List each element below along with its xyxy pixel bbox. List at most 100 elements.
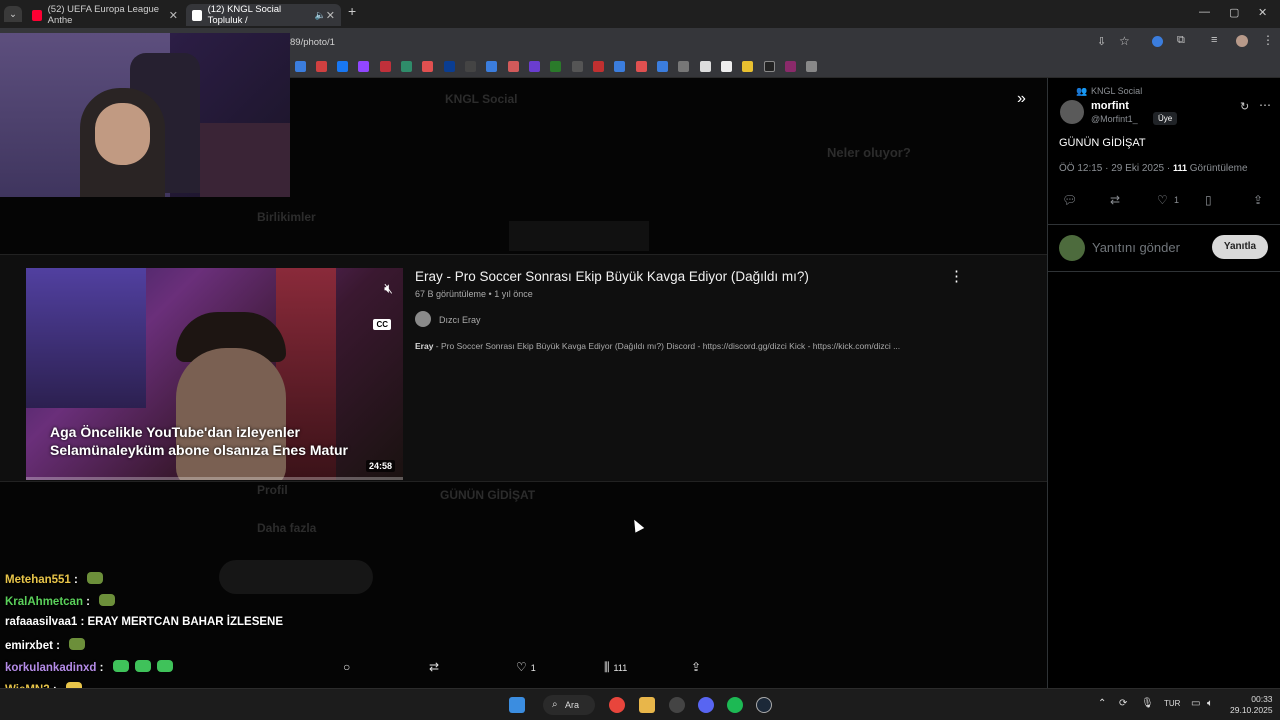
steam-icon[interactable] — [756, 697, 772, 713]
install-app-icon[interactable]: ⇩ — [1097, 35, 1106, 48]
discord-icon[interactable] — [698, 697, 714, 713]
thumbnail-background — [26, 268, 146, 408]
mute-icon[interactable]: 🔇︎ — [384, 280, 393, 297]
user-avatar — [1059, 235, 1085, 261]
bookmark-icon[interactable] — [529, 61, 540, 72]
tab-kngl-social[interactable]: (12) KNGL Social Topluluk / 🔈 ✕ — [186, 4, 341, 26]
chat-username[interactable]: rafaaasilvaa1 — [5, 616, 77, 628]
microphone-icon[interactable]: 🎙︎ — [1141, 698, 1154, 709]
spotify-icon[interactable] — [727, 697, 743, 713]
file-explorer-icon[interactable] — [639, 697, 655, 713]
maximize-button[interactable]: ▢ — [1229, 6, 1239, 19]
repost-icon[interactable]: ⇄ — [1110, 193, 1120, 207]
reply-input[interactable]: Yanıtını gönder — [1092, 240, 1180, 255]
bookmark-icon[interactable] — [550, 61, 561, 72]
bookmark-icon[interactable] — [678, 61, 689, 72]
chat-username[interactable]: KralAhmetcan — [5, 596, 83, 608]
youtube-icon — [32, 9, 42, 21]
bookmark-icon[interactable] — [742, 61, 753, 72]
captions-button[interactable]: CC — [373, 319, 391, 330]
bookmark-icon[interactable] — [657, 61, 668, 72]
channel-name[interactable]: Dızcı Eray — [439, 315, 481, 325]
speaker-icon[interactable]: 🔈 — [315, 10, 326, 21]
tab-youtube[interactable]: (52) UEFA Europa League Anthe ✕ — [26, 4, 184, 26]
sync-icon[interactable]: ⟳ — [1119, 698, 1127, 709]
grok-icon[interactable]: ↻ — [1240, 100, 1249, 113]
bookmark-icon[interactable] — [593, 61, 604, 72]
bookmark-icon[interactable] — [785, 61, 796, 72]
bookmark-icon[interactable] — [614, 61, 625, 72]
close-icon[interactable]: ✕ — [326, 9, 335, 22]
youtube-preview-card[interactable]: 🔇︎ CC Aga Öncelikle YouTube'dan izleyenl… — [0, 254, 1047, 482]
tray-expand-icon[interactable]: ⌃ — [1098, 698, 1106, 709]
author-avatar[interactable] — [1060, 100, 1084, 124]
bookmark-icon[interactable] — [380, 61, 391, 72]
more-options-icon[interactable]: ⋮ — [949, 267, 964, 285]
expand-panel-icon[interactable]: » — [1017, 90, 1026, 108]
bookmark-icon[interactable] — [508, 61, 519, 72]
bookmark-icon[interactable] — [486, 61, 497, 72]
language-indicator[interactable]: TUR — [1164, 699, 1180, 708]
browser-menu-icon[interactable]: ⋮ — [1262, 33, 1274, 47]
chat-username[interactable]: Metehan551 — [5, 574, 71, 586]
post-meta: ÖÖ 12:15 · 29 Eki 2025 · 111 Görüntüleme — [1059, 163, 1248, 174]
chat-message: korkulankadinxd : — [5, 660, 173, 674]
community-name[interactable]: KNGL Social — [1091, 86, 1142, 96]
bookmark-icon[interactable] — [358, 61, 369, 72]
bookmark-icon[interactable] — [721, 61, 732, 72]
bookmark-icon[interactable]: ▯ — [1205, 193, 1212, 207]
bookmark-icon[interactable] — [422, 61, 433, 72]
author-handle[interactable]: @Morfint1_ — [1091, 114, 1138, 124]
post-timestamp[interactable]: ÖÖ 12:15 · 29 Eki 2025 · — [1059, 163, 1170, 174]
bookmark-icon[interactable] — [572, 61, 583, 72]
like-icon[interactable]: ♡ — [1157, 193, 1168, 207]
bookmark-icon[interactable] — [444, 61, 455, 72]
bookmark-icon[interactable] — [401, 61, 412, 72]
bookmark-icon[interactable] — [465, 61, 476, 72]
close-icon[interactable]: ✕ — [169, 9, 178, 22]
share-icon[interactable]: ⇪ — [691, 660, 701, 674]
bookmark-icon[interactable] — [636, 61, 647, 72]
video-progress-bar[interactable] — [26, 477, 403, 480]
url-field[interactable]: 89/photo/1 — [290, 37, 335, 48]
bookmark-icon[interactable] — [295, 61, 306, 72]
video-title[interactable]: Eray - Pro Soccer Sonrası Ekip Büyük Kav… — [415, 269, 809, 284]
bookmark-icon[interactable] — [700, 61, 711, 72]
bookmark-icon[interactable] — [337, 61, 348, 72]
tab-search-button[interactable]: ⌄ — [4, 6, 22, 22]
video-thumbnail[interactable]: 🔇︎ CC Aga Öncelikle YouTube'dan izleyenl… — [26, 268, 403, 480]
author-name[interactable]: morfint — [1091, 100, 1129, 112]
close-window-button[interactable]: ✕ — [1258, 6, 1267, 19]
channel-avatar[interactable] — [415, 311, 431, 327]
profile-avatar[interactable] — [1236, 35, 1248, 47]
chat-emote-icon — [134, 660, 151, 672]
chrome-icon[interactable] — [609, 697, 625, 713]
new-tab-button[interactable]: + — [348, 3, 356, 19]
community-icon: 👥 — [1076, 86, 1088, 96]
bookmark-star-icon[interactable]: ☆ — [1119, 34, 1130, 48]
minimize-button[interactable]: — — [1199, 6, 1210, 18]
repost-icon[interactable]: ⇄ — [429, 660, 439, 674]
network-icon[interactable]: ▭ — [1191, 698, 1200, 709]
bookmark-icon[interactable] — [806, 61, 817, 72]
more-options-icon[interactable]: ⋯ — [1259, 98, 1271, 112]
chat-username[interactable]: korkulankadinxd — [5, 662, 96, 674]
reply-icon[interactable]: 💬︎ — [1062, 193, 1077, 207]
bookmark-icon[interactable] — [316, 61, 327, 72]
bookmark-icon[interactable] — [764, 61, 775, 72]
reply-button[interactable]: Yanıtla — [1212, 235, 1268, 259]
start-icon[interactable] — [509, 697, 525, 713]
media-control-icon[interactable]: ≡ — [1211, 34, 1217, 46]
views-icon[interactable]: ⫼ 111 — [604, 660, 627, 675]
extensions-puzzle-icon[interactable]: ⧉ — [1177, 34, 1185, 47]
like-icon[interactable]: ♡ 1 — [516, 660, 536, 674]
taskbar-clock[interactable]: 00:33 29.10.2025 — [1230, 694, 1273, 716]
share-icon[interactable]: ⇪ — [1253, 193, 1263, 207]
reply-icon[interactable]: ○ — [343, 660, 350, 674]
clock-date: 29.10.2025 — [1230, 705, 1273, 715]
volume-icon[interactable]: 🔈︎ — [1207, 698, 1213, 709]
app-icon[interactable] — [669, 697, 685, 713]
chat-username[interactable]: emirxbet — [5, 640, 53, 652]
taskbar-search[interactable]: ⌕ Ara — [543, 695, 595, 715]
extension-icon[interactable] — [1152, 36, 1163, 47]
